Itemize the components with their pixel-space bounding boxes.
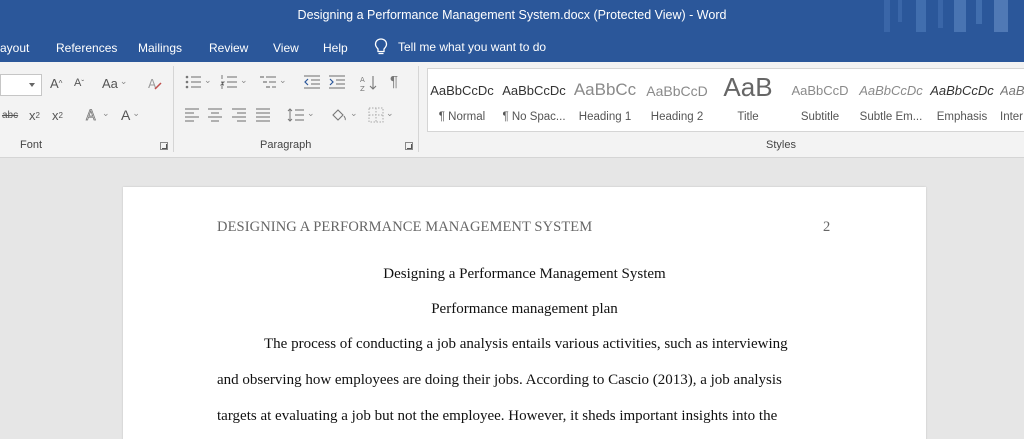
decrease-indent-icon[interactable] [303, 74, 321, 90]
ribbon-separator [418, 66, 419, 152]
shading-icon[interactable] [330, 107, 358, 123]
document-canvas: DESIGNING A PERFORMANCE MANAGEMENT SYSTE… [0, 158, 1024, 439]
tab-mailings[interactable]: Mailings [138, 41, 182, 55]
paragraph-line: The process of conducting a job analysis… [264, 336, 788, 352]
tab-layout[interactable]: ayout [0, 41, 29, 55]
tab-review[interactable]: Review [209, 41, 248, 55]
bullets-icon[interactable] [184, 74, 212, 90]
svg-text:A: A [360, 76, 365, 84]
tell-me-search[interactable]: Tell me what you want to do [374, 38, 546, 56]
style-subtle-emphasis[interactable]: AaBbCcDc Subtle Em... [857, 69, 925, 131]
font-group-label: Font [20, 139, 43, 151]
clear-formatting-icon[interactable]: A [147, 76, 163, 92]
font-dialog-launcher[interactable] [160, 142, 168, 150]
paragraph-line: and observing how employees are doing th… [217, 372, 782, 388]
style-heading-2[interactable]: AaBbCcD Heading 2 [643, 69, 711, 131]
svg-text:Z: Z [360, 85, 365, 92]
document-title: Designing a Performance Management Syste… [383, 266, 666, 282]
paragraph-group-label: Paragraph [260, 139, 312, 151]
styles-group-label: Styles [766, 139, 796, 151]
align-right-icon[interactable] [231, 108, 247, 122]
styles-gallery: AaBbCcDc ¶ Normal AaBbCcDc ¶ No Spac... … [427, 68, 1024, 132]
align-center-icon[interactable] [207, 108, 223, 122]
subscript-button[interactable]: x2 [29, 108, 40, 123]
multilevel-list-icon[interactable] [259, 74, 287, 90]
grow-font-button[interactable]: A ^ [50, 76, 62, 91]
running-header: DESIGNING A PERFORMANCE MANAGEMENT SYSTE… [217, 219, 593, 235]
page-number: 2 [823, 219, 831, 235]
style-normal[interactable]: AaBbCcDc ¶ Normal [428, 69, 496, 131]
tab-view[interactable]: View [273, 41, 299, 55]
style-title[interactable]: AaB Title [714, 69, 782, 131]
superscript-button[interactable]: x2 [52, 108, 63, 123]
style-intense-emphasis[interactable]: AaBb Inter [1000, 69, 1024, 131]
tab-help[interactable]: Help [323, 41, 348, 55]
font-color-button[interactable]: A [121, 107, 140, 123]
section-heading: Performance management plan [431, 301, 618, 317]
tab-references[interactable]: References [56, 41, 117, 55]
lightbulb-icon [374, 38, 388, 55]
align-left-icon[interactable] [184, 108, 200, 122]
line-spacing-icon[interactable] [287, 107, 315, 123]
paragraph-line: targets at evaluating a job but not the … [217, 408, 778, 424]
sort-icon[interactable]: AZ [360, 74, 378, 92]
ribbon-tabs: ayout References Mailings Review View He… [0, 32, 1024, 62]
svg-text:A: A [86, 108, 96, 123]
justify-icon[interactable] [255, 108, 271, 122]
paragraph-dialog-launcher[interactable] [405, 142, 413, 150]
borders-icon[interactable] [368, 107, 394, 123]
document-page[interactable]: DESIGNING A PERFORMANCE MANAGEMENT SYSTE… [123, 187, 926, 439]
text-effects-icon[interactable]: A [84, 107, 110, 123]
change-case-button[interactable]: Aa [102, 76, 127, 91]
strikethrough-button[interactable]: abc [2, 110, 18, 121]
title-bar-decoration [884, 0, 1008, 32]
style-no-spacing[interactable]: AaBbCcDc ¶ No Spac... [500, 69, 568, 131]
shrink-font-button[interactable]: Aˇ [74, 77, 84, 89]
style-subtitle[interactable]: AaBbCcD Subtitle [786, 69, 854, 131]
numbering-icon[interactable] [220, 74, 248, 90]
style-heading-1[interactable]: AaBbCc Heading 1 [571, 69, 639, 131]
tell-me-label: Tell me what you want to do [398, 40, 547, 54]
style-emphasis[interactable]: AaBbCcDc Emphasis [928, 69, 996, 131]
show-formatting-button[interactable]: ¶ [390, 73, 398, 90]
ribbon-separator [173, 66, 174, 152]
title-bar: Designing a Performance Management Syste… [0, 0, 1024, 32]
ribbon: A^ Aˇ Aa A abc x2 x2 A A Font [0, 62, 1024, 158]
increase-indent-icon[interactable] [328, 74, 346, 90]
font-size-dropdown[interactable] [0, 74, 42, 96]
